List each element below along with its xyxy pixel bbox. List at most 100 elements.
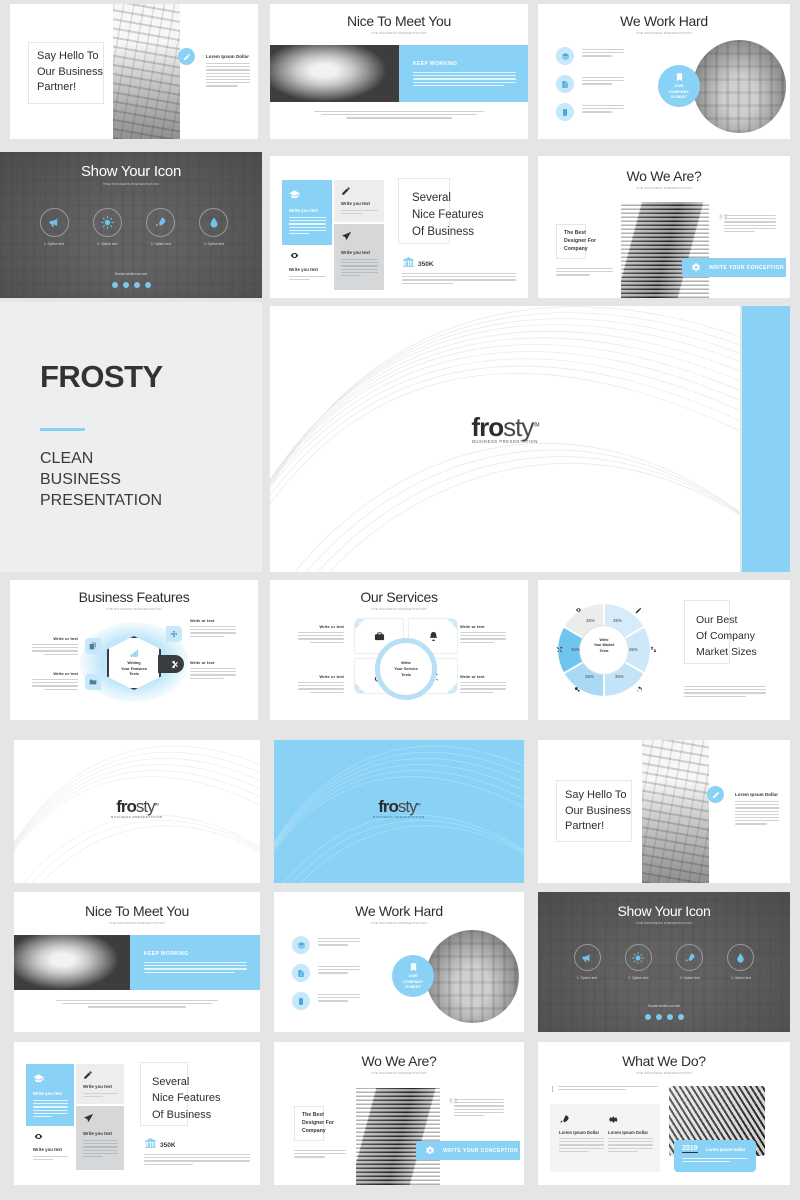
slide-subtitle: THE BUSINESS PRESENTATION xyxy=(636,921,692,925)
option-item[interactable]: 2. Option text xyxy=(87,208,127,246)
service-label: Write ur text xyxy=(460,674,485,679)
side-item-right-2: Write ur text xyxy=(190,660,236,681)
write-conception-button[interactable]: WRITE YOUR CONCEPTION xyxy=(682,258,786,277)
social-icon-row[interactable] xyxy=(538,1014,790,1020)
option-item[interactable]: 1. Option text xyxy=(34,208,74,246)
left-paragraph xyxy=(294,1150,346,1160)
slide-several-nice-features[interactable]: Write you text Write you text Write you … xyxy=(270,156,528,298)
instagram-icon[interactable] xyxy=(133,282,140,288)
tools-icon xyxy=(556,646,563,653)
slide-market-sizes[interactable]: Write Your Market Texts 35% 35% 35% 35% … xyxy=(538,580,790,720)
service-label: Write ur text xyxy=(460,624,485,629)
book-icon xyxy=(410,963,416,972)
accent-sidebar xyxy=(742,306,790,572)
side-paragraph xyxy=(206,63,250,89)
slide-subtitle: THE BUSINESS PRESENTATION xyxy=(371,607,427,611)
panel-paragraph xyxy=(413,72,516,88)
feature-card-2[interactable]: Write you text xyxy=(76,1064,124,1104)
twitter-icon[interactable] xyxy=(655,1014,662,1020)
slide-logo-blue[interactable]: frostyTM BUSINESS PRESENTATION xyxy=(274,740,524,883)
stairs-photo xyxy=(642,740,709,883)
brand-logo: frostyTM xyxy=(378,797,421,816)
option-item[interactable]: 1. Option text xyxy=(568,944,606,980)
slide-show-your-icon[interactable]: Show Your Icon THE BUSINESS PRESENTATION… xyxy=(0,152,262,298)
what-we-do-card[interactable]: Lorem Ipsum Dollar xyxy=(608,1114,653,1154)
facebook-icon[interactable] xyxy=(644,1014,651,1020)
feature-card-3[interactable]: Write you text xyxy=(26,1126,74,1170)
eye-icon xyxy=(34,1133,43,1140)
layers-icon xyxy=(556,47,574,65)
slide-we-work-hard-2[interactable]: We Work Hard THE BUSINESS PRESENTATION O… xyxy=(274,892,524,1032)
social-icon-row[interactable] xyxy=(0,282,262,288)
desk-photo xyxy=(426,930,519,1023)
slide-logo-white[interactable]: frostyTM BUSINESS PRESENTATION xyxy=(14,740,260,883)
slide-say-hello-2[interactable]: Say Hello To Our Business Partner! Lorem… xyxy=(538,740,790,883)
service-item-left-2: Write ur text xyxy=(298,674,344,695)
instagram-icon[interactable] xyxy=(666,1014,673,1020)
slide-say-hello[interactable]: Say Hello To Our Business Partner! Lorem… xyxy=(10,4,258,139)
option-label: 3. Option text xyxy=(679,976,700,980)
slide-title: Nice To Meet You xyxy=(347,13,451,29)
slide-nice-to-meet-you-2[interactable]: Nice To Meet You THE BUSINESS PRESENTATI… xyxy=(14,892,260,1032)
slide-we-work-hard[interactable]: We Work Hard THE BUSINESS PRESENTATION O… xyxy=(538,4,790,139)
slide-subtitle: THE BUSINESS PRESENTATION xyxy=(371,921,427,925)
callout-year: 2019 xyxy=(682,1145,698,1153)
feature-paragraph xyxy=(318,994,360,1004)
option-item[interactable]: 3. Option text xyxy=(141,208,181,246)
callout-paragraph xyxy=(682,1158,748,1164)
logo-block: frostyTM BUSINESS PRESENTATION xyxy=(274,798,524,819)
feature-card-1[interactable]: Write you text xyxy=(282,180,332,245)
feature-card-4[interactable]: Write you text xyxy=(76,1106,124,1170)
linkedin-icon[interactable] xyxy=(677,1014,684,1020)
option-item[interactable]: 2. Option text xyxy=(619,944,657,980)
pie-center-label: Write Your Market Texts xyxy=(593,638,615,653)
card-heading: Lorem Ipsum Dollar xyxy=(559,1130,600,1135)
intro-paragraph xyxy=(558,1086,658,1091)
paper-plane-icon xyxy=(83,1113,94,1123)
option-item[interactable]: 4. Option text xyxy=(194,208,234,246)
slide-logo-cover[interactable]: frostyTM BUSINESS PRESENTATION xyxy=(270,306,740,572)
option-item[interactable]: 4. Option text xyxy=(722,944,760,980)
document-icon xyxy=(556,75,574,93)
feature-card-2[interactable]: Write you text xyxy=(334,180,384,222)
linkedin-icon[interactable] xyxy=(144,282,151,288)
facebook-icon[interactable] xyxy=(111,282,118,288)
quadrant-number: 01 xyxy=(359,621,363,625)
feature-card-1[interactable]: Write you text xyxy=(26,1064,74,1126)
slide-title: Business Features xyxy=(78,589,190,605)
paper-plane-icon xyxy=(341,231,352,241)
card-paragraph xyxy=(341,210,378,216)
slide-nice-to-meet-you[interactable]: Nice To Meet You THE BUSINESS PRESENTATI… xyxy=(270,4,528,139)
service-label: Write ur text xyxy=(319,674,344,679)
option-label: 4. Option text xyxy=(203,242,225,246)
slide-several-nice-features-2[interactable]: Write you text Write you text Write you … xyxy=(14,1042,260,1185)
right-paragraph xyxy=(724,215,776,234)
option-item[interactable]: 3. Option text xyxy=(671,944,709,980)
slide-business-features[interactable]: Business Features THE BUSINESS PRESENTAT… xyxy=(10,580,258,720)
twitter-icon[interactable] xyxy=(122,282,129,288)
slide-subtitle: THE BUSINESS PRESENTATION xyxy=(636,186,692,190)
feature-card-4[interactable]: Write you text xyxy=(334,224,384,290)
brand-logo: frostyTM xyxy=(471,412,539,442)
option-label: 3. Option text xyxy=(150,242,171,246)
move-icon xyxy=(166,626,182,642)
feature-card-3[interactable]: Write you text xyxy=(282,245,332,290)
slide-show-your-icon-2[interactable]: Show Your Icon THE BUSINESS PRESENTATION… xyxy=(538,892,790,1032)
slide-title: Our Services xyxy=(360,589,438,605)
card-label: Write you text xyxy=(341,201,371,206)
scissors-icon xyxy=(171,660,178,668)
slide-who-we-are-2[interactable]: Wo We Are? THE BUSINESS PRESENTATION The… xyxy=(274,1042,524,1185)
slide-who-we-are[interactable]: Wo We Are? THE BUSINESS PRESENTATION The… xyxy=(538,156,790,298)
megaphone-icon xyxy=(39,208,69,237)
slide-our-services[interactable]: Our Services THE BUSINESS PRESENTATION 0… xyxy=(270,580,528,720)
card-paragraph xyxy=(289,276,326,282)
what-we-do-card[interactable]: Lorem Ipsum Dollar xyxy=(559,1114,604,1154)
megaphone-icon xyxy=(573,944,601,971)
side-paragraph xyxy=(190,668,236,679)
service-item-right-1: Write ur text xyxy=(460,624,506,645)
bank-icon xyxy=(403,257,414,267)
building-photo xyxy=(356,1088,440,1185)
copy-icon xyxy=(85,638,101,654)
slide-what-we-do[interactable]: What We Do? THE BUSINESS PRESENTATION Lo… xyxy=(538,1042,790,1185)
write-conception-button[interactable]: WRITE YOUR CONCEPTION xyxy=(416,1141,520,1160)
